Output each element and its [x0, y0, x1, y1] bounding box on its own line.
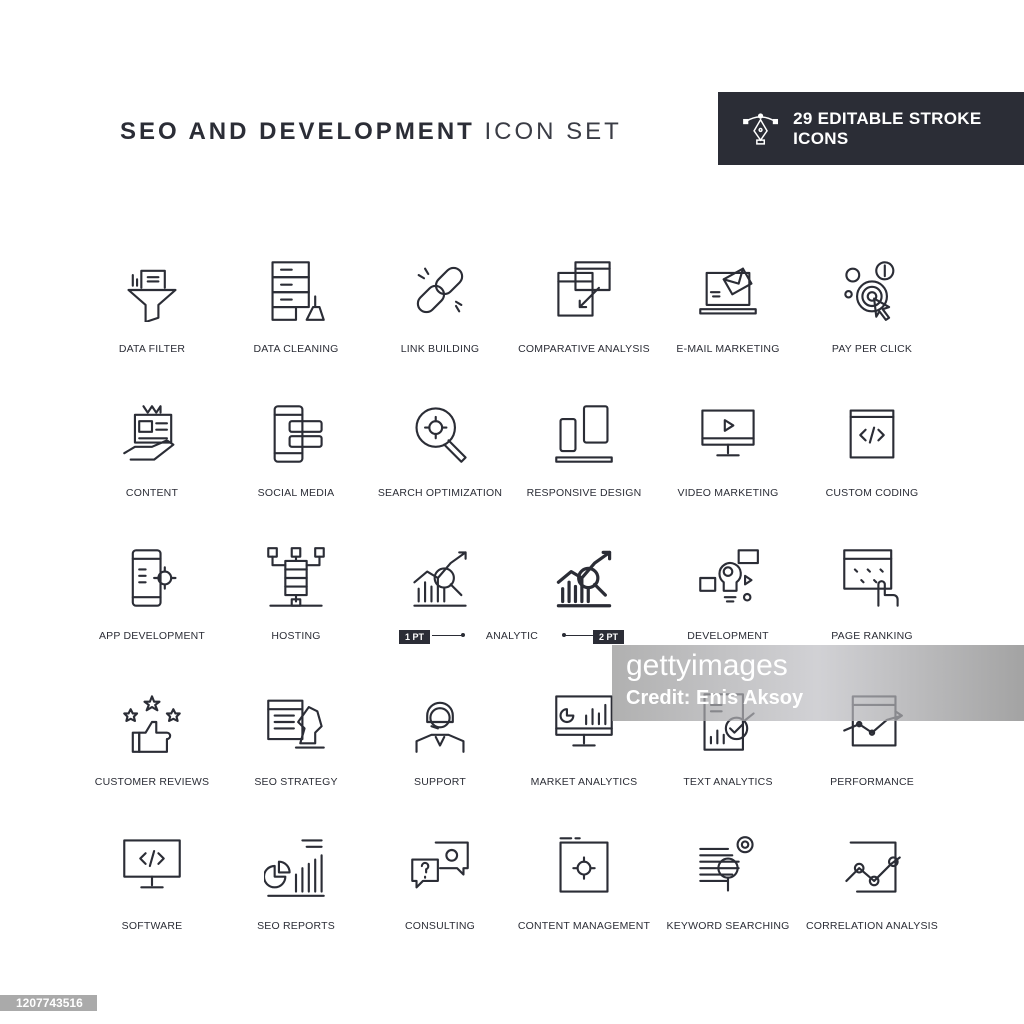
image-id: 1207743516: [0, 995, 97, 1011]
icon-laptop-envelope: [656, 258, 800, 322]
icon-monitor-play: [656, 402, 800, 466]
thumb-stars-icon: [123, 695, 181, 753]
icon-label: SOFTWARE: [121, 920, 183, 932]
icon-label: CORRELATION ANALYSIS: [806, 920, 938, 932]
badge-text: 29 EDITABLE STROKE ICONS: [793, 108, 982, 148]
icon-bulb-ideas: [656, 546, 800, 610]
icon-label: SEO STRATEGY: [254, 776, 338, 788]
window-stars-hand-icon: [843, 549, 899, 607]
watermark-brand: gettyimages: [626, 649, 788, 682]
icon-label: SEO REPORTS: [257, 920, 335, 932]
monitor-chart-icon: [555, 695, 613, 747]
icon-label: CUSTOM CODING: [825, 487, 919, 499]
title-light: ICON SET: [484, 118, 622, 145]
icon-label: DATA FILTER: [118, 343, 186, 355]
icon-label: LINK BUILDING: [400, 343, 480, 355]
two-pt-line: [564, 635, 594, 636]
icon-funnel: [80, 258, 224, 322]
icon-label: HOSTING: [271, 630, 321, 642]
icon-label: APP DEVELOPMENT: [98, 630, 206, 642]
target-cursor-icon: [844, 261, 895, 321]
icon-window-stars-hand: [800, 546, 944, 610]
icon-label: MARKET ANALYTICS: [530, 776, 638, 788]
phone-gear-icon: [131, 549, 177, 607]
icon-count-badge: 29 EDITABLE STROKE ICONS: [718, 92, 1024, 165]
icon-thumb-stars: [80, 690, 224, 754]
pen-tool-icon: [743, 112, 779, 145]
icon-label: PERFORMANCE: [830, 776, 914, 788]
icon-label: CONSULTING: [404, 920, 476, 932]
watermark: gettyimages Credit: Enis Aksoy: [612, 645, 1024, 721]
icon-hand-document: [80, 402, 224, 466]
windows-arrows-icon: [557, 261, 611, 317]
server-network-icon: [267, 547, 325, 607]
frame-line-chart-icon: [845, 841, 901, 893]
icon-label: E-MAIL MARKETING: [676, 343, 780, 355]
icon-label: DEVELOPMENT: [687, 630, 769, 642]
phone-chat-icon: [273, 405, 323, 463]
icon-label: PAY PER CLICK: [831, 343, 913, 355]
icon-speech-bubbles: [368, 834, 512, 898]
icon-windows-arrows: [512, 258, 656, 322]
chart-magnifier-thin-icon: [413, 551, 467, 607]
icon-label: KEYWORD SEARCHING: [666, 920, 790, 932]
bulb-ideas-icon: [699, 549, 759, 603]
monitor-code-icon: [123, 839, 181, 889]
icon-label: COMPARATIVE ANALYSIS: [518, 343, 650, 355]
icon-magnifier-gear: [368, 402, 512, 466]
icon-label: RESPONSIVE DESIGN: [526, 487, 642, 499]
icon-devices: [512, 402, 656, 466]
icon-label: PAGE RANKING: [831, 630, 913, 642]
watermark-credit: Credit: Enis Aksoy: [626, 687, 804, 709]
icon-phone-chat: [224, 402, 368, 466]
icon-label: DATA CLEANING: [253, 343, 339, 355]
speech-bubbles-icon: [411, 841, 469, 889]
icon-pie-bars: [224, 834, 368, 898]
chain-link-icon: [416, 266, 464, 314]
icon-label: SOCIAL MEDIA: [257, 487, 335, 499]
analytic-label: ANALYTIC: [485, 630, 539, 642]
devices-icon: [555, 405, 613, 463]
two-pt-badge: 2 PT: [593, 630, 625, 644]
monitor-play-icon: [701, 409, 755, 457]
icon-window-gear: [512, 834, 656, 898]
hand-document-icon: [123, 405, 175, 461]
icon-label: TEXT ANALYTICS: [683, 776, 773, 788]
icon-phone-gear: [80, 546, 224, 610]
document-knight-icon: [267, 699, 325, 749]
icon-label: SUPPORT: [414, 776, 466, 788]
pie-bars-icon: [264, 839, 325, 897]
icon-document-knight: [224, 690, 368, 754]
icon-chart-magnifier-thin: [368, 546, 512, 610]
icon-frame-line-chart: [800, 834, 944, 898]
icon-text-magnifier: [656, 834, 800, 898]
icon-label: SEARCH OPTIMIZATION: [377, 487, 503, 499]
window-code-icon: [849, 409, 895, 459]
icon-headset-person: [368, 690, 512, 754]
page-title: SEO AND DEVELOPMENT ICON SET: [120, 118, 622, 146]
window-gear-icon: [559, 837, 609, 893]
icon-label: CONTENT: [125, 487, 179, 499]
one-pt-badge: 1 PT: [399, 630, 431, 644]
chart-magnifier-thick-icon: [556, 550, 612, 608]
icon-label: CONTENT MANAGEMENT: [517, 920, 651, 932]
text-magnifier-icon: [699, 836, 754, 892]
title-bold: SEO AND DEVELOPMENT: [120, 118, 475, 145]
icon-server-network: [224, 546, 368, 610]
icon-server-broom: [224, 258, 368, 322]
headset-person-icon: [415, 701, 465, 753]
icon-chain-link: [368, 258, 512, 322]
icon-chart-magnifier-thick: [512, 546, 656, 610]
icon-label: VIDEO MARKETING: [677, 487, 779, 499]
funnel-icon: [127, 269, 177, 322]
server-broom-icon: [271, 261, 325, 321]
icon-target-cursor: [800, 258, 944, 322]
magnifier-gear-icon: [415, 407, 467, 463]
icon-window-code: [800, 402, 944, 466]
laptop-envelope-icon: [699, 267, 757, 315]
icon-monitor-code: [80, 834, 224, 898]
icon-label: CUSTOMER REVIEWS: [94, 776, 210, 788]
